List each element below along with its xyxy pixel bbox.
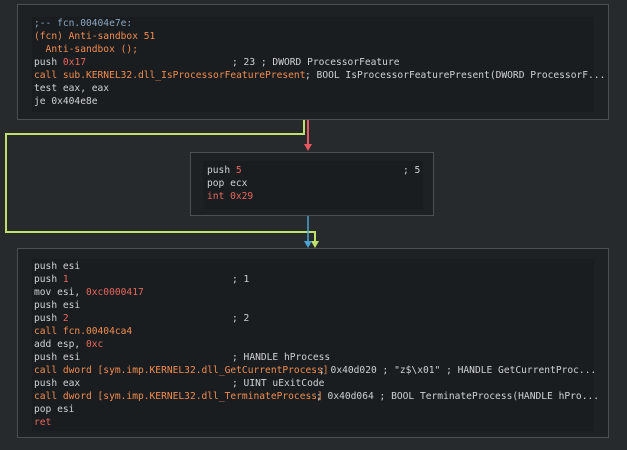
instruction-line[interactable]: call sub.KERNEL32.dll_IsProcessorFeature…	[34, 70, 305, 83]
mnemonic: push	[207, 165, 236, 176]
mnemonic: push	[34, 313, 63, 324]
operand: 0x17	[62, 57, 86, 68]
comment: ; BOOL IsProcessorFeaturePresent(DWORD P…	[305, 70, 606, 81]
mnemonic: push	[34, 57, 63, 68]
comment: ; 5	[403, 165, 421, 176]
comment: ; UINT uExitCode	[232, 378, 325, 389]
instruction-line[interactable]: pop ecx	[207, 178, 247, 191]
operand: 0xc0000417	[85, 287, 144, 298]
mnemonic: push	[34, 274, 63, 285]
instruction-line[interactable]: push 2	[34, 313, 69, 326]
graph-node-terminate[interactable]: push esi push 1 ; 1 mov esi, 0xc0000417 …	[17, 248, 609, 438]
mnemonic: mov esi,	[34, 287, 86, 298]
instruction-line[interactable]: push esi	[34, 352, 80, 365]
mnemonic: je	[34, 96, 52, 107]
comment: ; 1	[232, 274, 250, 285]
instruction-line[interactable]: test eax, eax	[34, 83, 109, 96]
comment: ; 23 ; DWORD ProcessorFeature	[232, 57, 400, 68]
edge-unconditional-arrow	[304, 241, 312, 248]
instruction-line[interactable]: ret	[34, 417, 51, 430]
operand: 0xc	[85, 339, 104, 350]
edge-false-arrow	[304, 144, 312, 151]
comment: ; HANDLE hProcess	[232, 352, 331, 363]
instruction-line[interactable]: je 0x404e8e	[34, 96, 98, 109]
instruction-line[interactable]: push 0x17	[34, 57, 86, 70]
instruction-line[interactable]: push eax	[34, 378, 80, 391]
instruction-line[interactable]: push esi	[34, 261, 80, 274]
operand: 1	[62, 274, 69, 285]
edge-true-arrow	[311, 241, 319, 248]
instruction-line[interactable]: call dword [sym.imp.KERNEL32.dll_Termina…	[34, 391, 323, 404]
instruction-line[interactable]: call fcn.00404ca4	[34, 326, 132, 339]
instruction-line[interactable]: int 0x29	[207, 191, 253, 204]
operand: 2	[62, 313, 69, 324]
instruction-line[interactable]: call dword [sym.imp.KERNEL32.dll_GetCurr…	[34, 365, 329, 378]
function-prototype: Anti-sandbox ();	[34, 44, 138, 55]
graph-node-entry[interactable]: ;-- fcn.00404e7e: (fcn) Anti-sandbox 51 …	[17, 4, 609, 120]
graph-node-fail[interactable]: push 5 ; 5 pop ecx int 0x29	[190, 152, 434, 216]
instruction-line[interactable]: push 1	[34, 274, 69, 287]
comment: ; 2	[232, 313, 250, 324]
operand: 5	[235, 165, 242, 176]
comment: ; 0x40d064 ; BOOL TerminateProcess(HANDL…	[316, 391, 600, 402]
function-signature: (fcn) Anti-sandbox 51	[34, 31, 156, 42]
instruction-line[interactable]: pop esi	[34, 404, 74, 417]
instruction-line[interactable]: push esi	[34, 300, 80, 313]
node-body	[32, 259, 594, 431]
mnemonic: add esp,	[34, 339, 86, 350]
jump-target[interactable]: 0x404e8e	[51, 96, 97, 107]
instruction-line[interactable]: add esp, 0xc	[34, 339, 103, 352]
comment: ; 0x40d020 ; "z$\x01" ; HANDLE GetCurren…	[319, 365, 597, 376]
function-label: ;-- fcn.00404e7e:	[34, 18, 133, 29]
instruction-line[interactable]: push 5	[207, 165, 242, 178]
instruction-line[interactable]: mov esi, 0xc0000417	[34, 287, 144, 300]
